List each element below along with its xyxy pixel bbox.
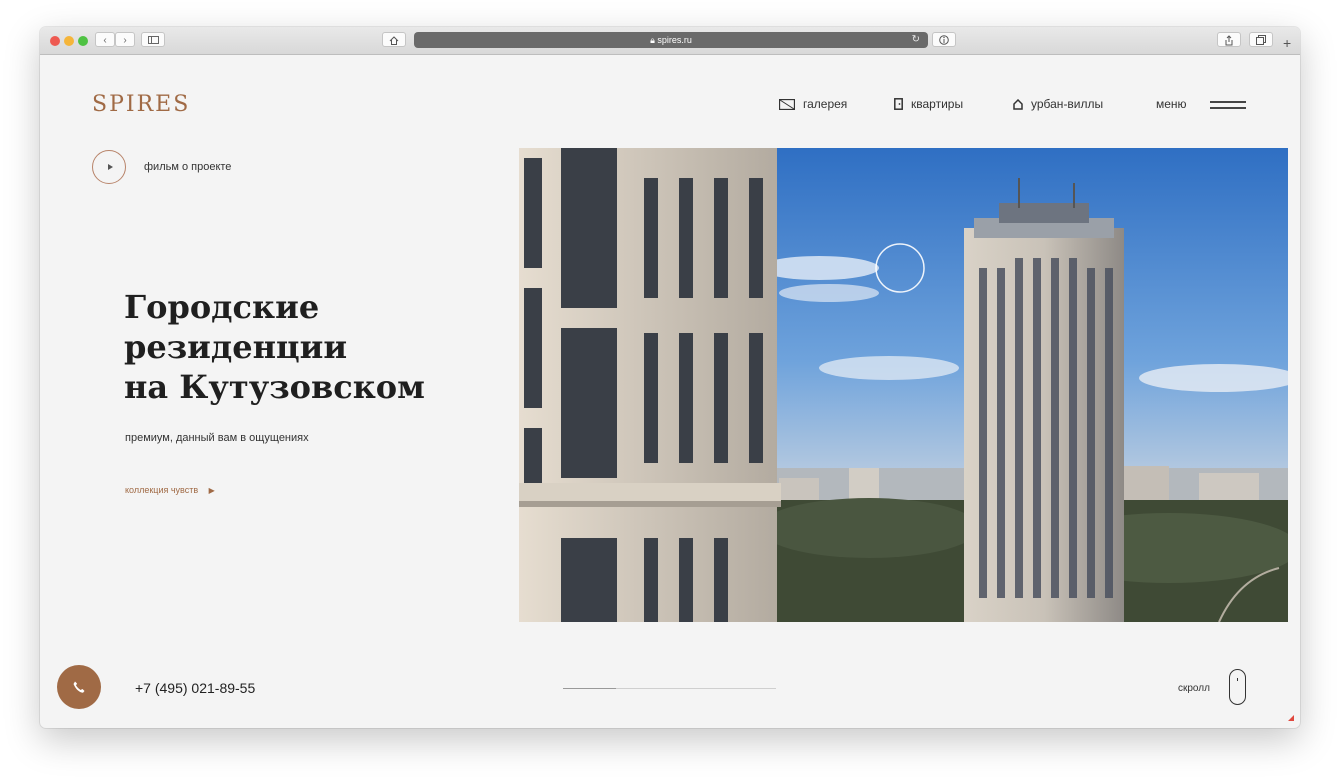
gallery-icon [779, 98, 795, 110]
collection-link-label: коллекция чувств [125, 485, 199, 495]
scroll-label: скролл [1178, 683, 1210, 694]
hero-headline: Городские резиденции на Кутузовском [124, 287, 425, 407]
info-icon [939, 35, 949, 45]
url-text: spires.ru [657, 35, 692, 45]
hero-image-art [519, 148, 1288, 622]
hamburger-menu-icon[interactable] [1210, 101, 1246, 109]
door-icon [894, 98, 903, 110]
nav-label-gallery: галерея [803, 97, 848, 111]
headline-line-2: резиденции [124, 328, 348, 366]
hero-subtitle: премиум, данный вам в ощущениях [125, 432, 309, 444]
scroll-mouse-icon[interactable] [1229, 669, 1246, 705]
sidebar-toggle-button[interactable] [141, 32, 165, 47]
corner-marker [1288, 715, 1294, 721]
web-page: SPIRES галерея квартиры урбан-виллы меню… [40, 55, 1300, 728]
menu-label[interactable]: меню [1156, 97, 1187, 111]
zoom-window-button[interactable] [78, 36, 88, 46]
nav-item-gallery[interactable]: галерея [779, 97, 847, 111]
nav-label-urban-villas: урбан-виллы [1031, 97, 1104, 111]
address-bar[interactable]: 🔒︎ spires.ru ↻ [414, 32, 928, 48]
play-arrow-icon: ▶ [208, 486, 215, 495]
site-logo[interactable]: SPIRES [92, 92, 190, 117]
new-tab-button[interactable]: + [1283, 35, 1291, 51]
reload-icon[interactable]: ↻ [912, 32, 920, 48]
home-icon [389, 36, 399, 45]
play-film-button[interactable] [92, 150, 126, 184]
browser-window: ‹ › 🔒︎ spires.ru ↻ + SPIRES галерея квар… [40, 27, 1300, 728]
house-icon [1013, 98, 1023, 110]
browser-toolbar: ‹ › 🔒︎ spires.ru ↻ + [40, 27, 1300, 55]
forward-button[interactable]: › [115, 32, 135, 47]
close-window-button[interactable] [50, 36, 60, 46]
slide-progress-bar [563, 688, 776, 689]
headline-line-1: Городские [124, 288, 320, 326]
back-button[interactable]: ‹ [95, 32, 115, 47]
phone-number[interactable]: +7 (495) 021-89-55 [135, 680, 255, 696]
nav-item-urban-villas[interactable]: урбан-виллы [1013, 97, 1103, 111]
collection-link[interactable]: коллекция чувств ▶ [125, 485, 215, 495]
hero-image [519, 148, 1288, 622]
nav-label-apartments: квартиры [911, 97, 964, 111]
nav-item-apartments[interactable]: квартиры [894, 97, 963, 111]
tabs-icon [1256, 35, 1266, 45]
share-icon [1225, 35, 1233, 46]
sidebar-icon [147, 36, 159, 44]
slide-progress-fill [563, 688, 617, 689]
lock-icon: 🔒︎ [650, 35, 655, 45]
call-button[interactable] [57, 665, 101, 709]
share-button[interactable] [1217, 32, 1241, 47]
home-button[interactable] [382, 32, 406, 47]
phone-icon [73, 681, 85, 693]
minimize-window-button[interactable] [64, 36, 74, 46]
site-info-button[interactable] [932, 32, 956, 47]
headline-line-3: на Кутузовском [124, 368, 425, 406]
film-link[interactable]: фильм о проекте [144, 161, 231, 173]
tabs-overview-button[interactable] [1249, 32, 1273, 47]
